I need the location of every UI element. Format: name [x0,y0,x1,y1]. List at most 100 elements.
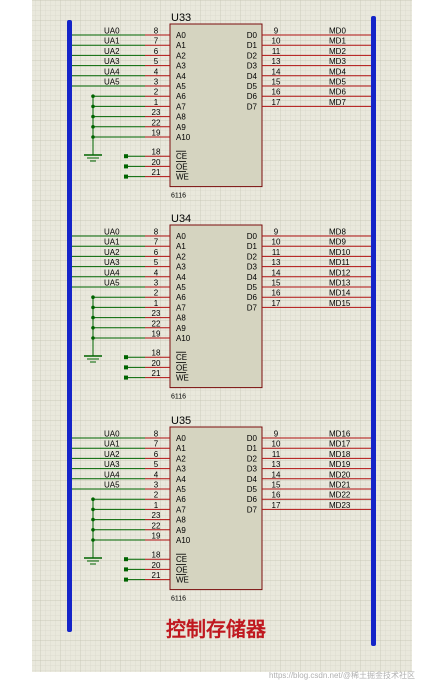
pin-name: A1 [176,444,186,453]
pin-name: D0 [247,31,258,40]
control-terminal [124,365,128,370]
pin-number: 21 [152,168,161,177]
pin-number: 5 [154,460,159,469]
pin-number: 7 [154,440,159,449]
pin-name: D3 [247,62,258,71]
watermark: https://blog.csdn.net/@稀土掘金技术社区 [269,670,415,680]
control-terminal [124,164,128,169]
pin-number: 2 [154,491,159,500]
pin-number: 18 [152,551,161,560]
pin-name: D7 [247,505,258,514]
pin-number: 17 [272,501,281,510]
pin-number: 18 [152,349,161,358]
pin-name: CE [176,353,187,362]
data-net-label: MD12 [329,268,351,277]
pin-number: 15 [272,279,281,288]
pin-number: 21 [152,571,161,580]
data-net-label: MD15 [329,299,351,308]
pin-number: 17 [272,299,281,308]
pin-number: 10 [272,440,281,449]
pin-name: D2 [247,454,258,463]
data-net-label: MD16 [329,430,351,439]
left-address-bus [67,20,72,632]
pin-name: WE [176,374,189,383]
pin-name: A8 [176,516,186,525]
pin-name: D0 [247,434,258,443]
pin-number: 17 [272,98,281,107]
data-net-label: MD20 [329,470,351,479]
pin-number: 18 [152,148,161,157]
pin-number: 8 [154,430,159,439]
address-net-label: UA4 [104,268,120,277]
pin-number: 4 [154,470,159,479]
control-terminal [124,154,128,159]
pin-number: 15 [272,481,281,490]
pin-number: 1 [154,98,159,107]
pin-number: 15 [272,78,281,87]
control-terminal [124,174,128,179]
address-net-label: UA3 [104,258,120,267]
pin-name: A5 [176,485,186,494]
pin-number: 2 [154,289,159,298]
address-net-label: UA4 [104,67,120,76]
pin-number: 19 [152,129,161,138]
pin-name: A0 [176,232,186,241]
pin-name: A3 [176,263,186,272]
pin-name: A7 [176,505,186,514]
data-net-label: MD19 [329,460,351,469]
pin-number: 20 [152,359,161,368]
pin-name: A7 [176,102,186,111]
pin-number: 9 [274,27,279,36]
pin-name: A4 [176,475,186,484]
data-net-label: MD11 [329,258,350,267]
address-net-label: UA2 [104,248,120,257]
pin-number: 8 [154,228,159,237]
pin-name: A9 [176,324,186,333]
data-net-label: MD4 [329,67,346,76]
pin-name: D7 [247,303,258,312]
pin-name: A9 [176,526,186,535]
pin-name: A5 [176,283,186,292]
data-net-label: MD3 [329,57,346,66]
pin-name: WE [176,576,189,585]
pin-number: 10 [272,238,281,247]
data-net-label: MD21 [329,481,351,490]
pin-number: 16 [272,88,281,97]
pin-number: 3 [154,481,159,490]
pin-number: 7 [154,37,159,46]
pin-name: D6 [247,495,258,504]
pin-number: 23 [152,108,161,117]
caption: 控制存储器 [166,617,267,641]
data-net-label: MD2 [329,47,346,56]
address-net-label: UA4 [104,470,120,479]
address-net-label: UA1 [104,440,120,449]
pin-number: 1 [154,501,159,510]
pin-name: D3 [247,465,258,474]
pin-name: A10 [176,536,191,545]
pin-number: 5 [154,258,159,267]
address-net-label: UA0 [104,430,120,439]
pin-name: A4 [176,273,186,282]
pin-number: 23 [152,511,161,520]
pin-number: 2 [154,88,159,97]
chip-part-number: 6116 [171,193,186,200]
pin-name: OE [176,565,188,574]
pin-name: D1 [247,242,258,251]
pin-name: D1 [247,41,258,50]
pin-name: A0 [176,31,186,40]
pin-number: 22 [152,521,161,530]
pin-number: 1 [154,299,159,308]
control-terminal [124,355,128,360]
pin-number: 14 [272,268,281,277]
pin-name: D5 [247,82,258,91]
pin-name: A6 [176,92,186,101]
pin-name: D2 [247,252,258,261]
pin-number: 9 [274,228,279,237]
pin-name: D2 [247,51,258,60]
pin-name: A6 [176,495,186,504]
pin-number: 5 [154,57,159,66]
data-net-label: MD22 [329,491,351,500]
data-net-label: MD8 [329,228,346,237]
pin-name: A0 [176,434,186,443]
chip-part-number: 6116 [171,394,186,401]
